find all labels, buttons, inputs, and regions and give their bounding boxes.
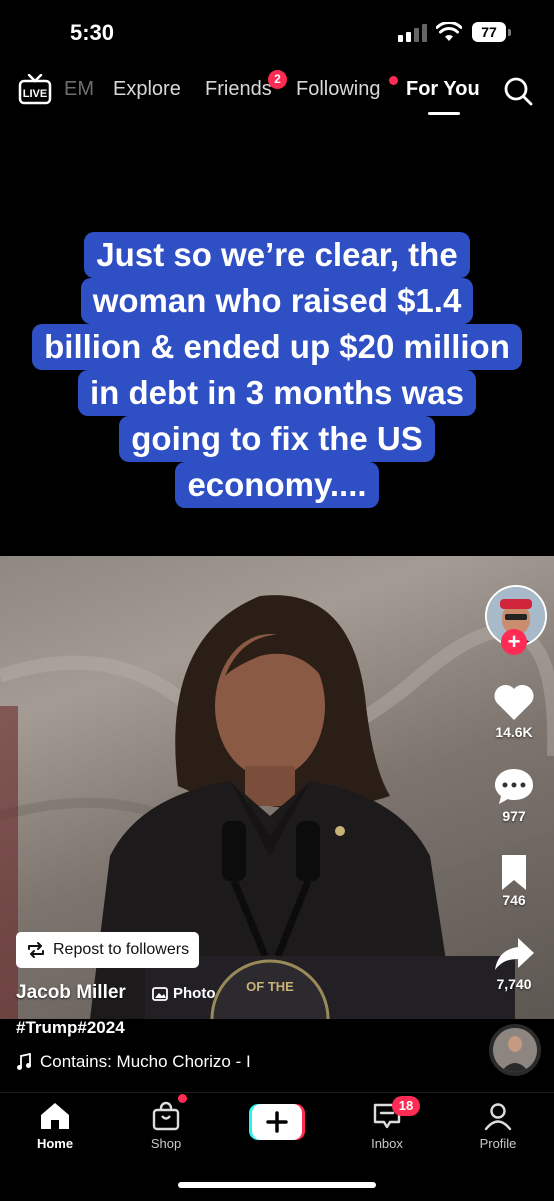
comment-icon[interactable] xyxy=(492,766,536,806)
share-arrow-icon[interactable] xyxy=(492,934,536,974)
repost-icon xyxy=(28,942,44,958)
tab-explore[interactable]: Explore xyxy=(113,78,181,101)
author-name[interactable]: Jacob Miller xyxy=(16,982,126,1004)
following-notification-dot xyxy=(389,76,398,85)
caption-line: Just so we’re clear, the xyxy=(84,232,470,278)
repost-label: Repost to followers xyxy=(53,941,190,958)
wifi-icon xyxy=(436,22,462,41)
shopping-bag-icon xyxy=(152,1101,180,1131)
battery-indicator: 77 xyxy=(472,22,506,42)
music-label: Contains: Mucho Chorizo - I xyxy=(40,1052,251,1071)
tab-friends[interactable]: Friends xyxy=(205,78,272,101)
search-icon[interactable] xyxy=(503,76,533,106)
nav-profile[interactable]: Profile xyxy=(458,1100,538,1151)
caption-line: billion & ended up $20 million xyxy=(32,324,522,370)
caption-line: woman who raised $1.4 xyxy=(80,278,474,324)
share-count: 7,740 xyxy=(496,976,532,992)
home-indicator xyxy=(178,1182,376,1188)
music-note-icon xyxy=(17,1053,31,1070)
seal-text: OF THE xyxy=(246,979,294,994)
active-tab-indicator xyxy=(428,112,460,115)
home-icon xyxy=(41,1103,69,1129)
heart-icon[interactable] xyxy=(492,682,536,722)
tab-following[interactable]: Following xyxy=(296,78,380,101)
photo-icon xyxy=(152,986,168,1001)
tab-em[interactable]: EM xyxy=(64,78,94,101)
comment-count: 977 xyxy=(502,808,526,824)
sound-cover-image xyxy=(493,1028,537,1072)
bookmark-icon[interactable] xyxy=(492,852,536,892)
cellular-signal-icon xyxy=(398,24,427,42)
repost-to-followers-button[interactable]: Repost to followers xyxy=(16,932,200,968)
nav-profile-label: Profile xyxy=(479,1136,517,1151)
nav-home-label: Home xyxy=(36,1136,74,1151)
status-time: 5:30 xyxy=(70,20,115,45)
nav-home[interactable]: Home xyxy=(15,1100,95,1151)
shop-notification-dot xyxy=(178,1094,187,1103)
create-plus-button[interactable] xyxy=(249,1104,305,1140)
friends-badge: 2 xyxy=(268,70,287,89)
inbox-badge: 18 xyxy=(392,1096,420,1116)
live-icon[interactable]: LIVE xyxy=(18,74,52,106)
music-info[interactable]: Contains: Mucho Chorizo - I xyxy=(16,1052,251,1072)
save-count: 746 xyxy=(502,892,526,908)
photo-tag-label: Photo xyxy=(173,985,216,1002)
follow-plus-button[interactable]: + xyxy=(501,629,527,655)
nav-shop-label: Shop xyxy=(150,1136,182,1151)
profile-icon xyxy=(484,1103,512,1131)
post-hashtags[interactable]: #Trump#2024 xyxy=(16,1018,125,1038)
nav-inbox-label: Inbox xyxy=(371,1136,403,1151)
post-caption-overlay: Just so we’re clear, the woman who raise… xyxy=(0,232,554,508)
caption-line: in debt in 3 months was xyxy=(77,370,477,416)
tab-for-you[interactable]: For You xyxy=(406,78,480,101)
like-count: 14.6K xyxy=(495,724,533,740)
sound-disc[interactable] xyxy=(489,1024,541,1076)
svg-text:LIVE: LIVE xyxy=(23,88,47,100)
caption-line: going to fix the US xyxy=(119,416,435,462)
battery-tip xyxy=(508,29,511,36)
caption-line: economy.... xyxy=(175,462,379,508)
nav-shop[interactable]: Shop xyxy=(126,1100,206,1151)
photo-tag: Photo xyxy=(152,985,216,1002)
